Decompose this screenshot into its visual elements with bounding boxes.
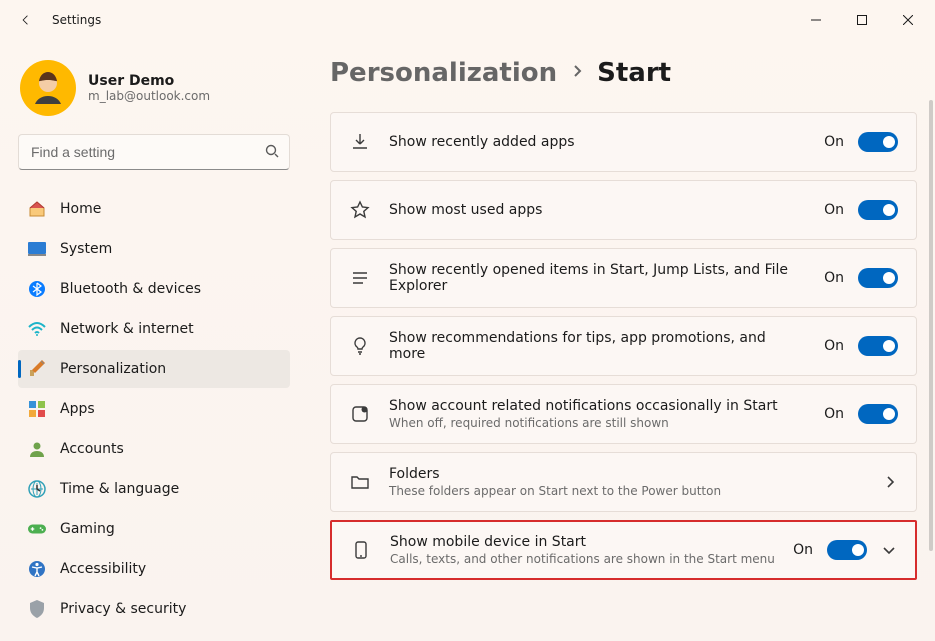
toggle-switch[interactable]	[858, 404, 898, 424]
chevron-right-icon	[569, 63, 585, 83]
toggle-state-label: On	[824, 338, 844, 354]
sidebar-item-apps[interactable]: Apps	[18, 390, 290, 428]
search-input[interactable]	[29, 143, 265, 161]
user-name: User Demo	[88, 73, 210, 89]
home-icon	[28, 200, 46, 218]
list-icon	[349, 267, 371, 289]
main-panel: Personalization Start Show recently adde…	[300, 40, 935, 641]
toggle-state-label: On	[824, 270, 844, 286]
sidebar-item-label: Privacy & security	[60, 601, 186, 617]
setting-subtitle: These folders appear on Start next to th…	[389, 484, 864, 498]
toggle-switch[interactable]	[858, 268, 898, 288]
sidebar-item-label: Network & internet	[60, 321, 194, 337]
setting-title: Show recently added apps	[389, 134, 806, 150]
sidebar-item-label: Gaming	[60, 521, 115, 537]
toggle-state-label: On	[824, 406, 844, 422]
toggle-switch[interactable]	[858, 132, 898, 152]
search-icon	[265, 143, 279, 162]
star-icon	[349, 199, 371, 221]
apps-icon	[28, 400, 46, 418]
sidebar-item-accounts[interactable]: Accounts	[18, 430, 290, 468]
nav-list: Home System Bluetooth & devices Network & i…	[18, 190, 290, 628]
sidebar-item-home[interactable]: Home	[18, 190, 290, 228]
setting-subtitle: Calls, texts, and other notifications ar…	[390, 552, 775, 566]
sidebar-item-system[interactable]: System	[18, 230, 290, 268]
setting-title: Show account related notifications occas…	[389, 398, 806, 414]
breadcrumb-current: Start	[597, 58, 671, 88]
sidebar: User Demo m_lab@outlook.com Home System Bl…	[0, 40, 300, 641]
sidebar-item-time[interactable]: Time & language	[18, 470, 290, 508]
title-bar: Settings	[0, 0, 935, 40]
user-email: m_lab@outlook.com	[88, 89, 210, 103]
toggle-state-label: On	[824, 134, 844, 150]
close-button[interactable]	[885, 0, 931, 40]
user-account-row[interactable]: User Demo m_lab@outlook.com	[18, 54, 290, 134]
sidebar-item-label: Accounts	[60, 441, 124, 457]
sidebar-item-privacy[interactable]: Privacy & security	[18, 590, 290, 628]
scrollbar[interactable]	[929, 100, 933, 631]
avatar	[20, 60, 76, 116]
setting-title: Show recommendations for tips, app promo…	[389, 330, 806, 362]
setting-card-most-used: Show most used apps On	[330, 180, 917, 240]
maximize-button[interactable]	[839, 0, 885, 40]
setting-title: Show mobile device in Start	[390, 534, 775, 550]
sidebar-item-label: Apps	[60, 401, 95, 417]
bulb-icon	[349, 335, 371, 357]
sidebar-item-gaming[interactable]: Gaming	[18, 510, 290, 548]
gaming-icon	[28, 520, 46, 538]
setting-card-folders[interactable]: Folders These folders appear on Start nex…	[330, 452, 917, 512]
scrollbar-thumb[interactable]	[929, 100, 933, 551]
accounts-icon	[28, 440, 46, 458]
back-button[interactable]	[14, 0, 38, 40]
toggle-state-label: On	[793, 542, 813, 558]
minimize-button[interactable]	[793, 0, 839, 40]
breadcrumb: Personalization Start	[330, 58, 917, 88]
toggle-switch[interactable]	[858, 200, 898, 220]
setting-title: Folders	[389, 466, 864, 482]
sidebar-item-label: Time & language	[60, 481, 179, 497]
notify-icon	[349, 403, 371, 425]
sidebar-item-network[interactable]: Network & internet	[18, 310, 290, 348]
sidebar-item-bluetooth[interactable]: Bluetooth & devices	[18, 270, 290, 308]
app-title: Settings	[52, 13, 101, 27]
sidebar-item-label: Personalization	[60, 361, 166, 377]
chevron-right-icon	[882, 475, 898, 489]
folder-icon	[349, 471, 371, 493]
setting-card-recommendations: Show recommendations for tips, app promo…	[330, 316, 917, 376]
setting-card-account-notifications: Show account related notifications occas…	[330, 384, 917, 444]
setting-card-recent-items: Show recently opened items in Start, Jum…	[330, 248, 917, 308]
breadcrumb-parent[interactable]: Personalization	[330, 58, 557, 88]
setting-title: Show recently opened items in Start, Jum…	[389, 262, 806, 294]
personalization-icon	[28, 360, 46, 378]
chevron-down-icon[interactable]	[881, 543, 897, 557]
settings-cards: Show recently added appsOnShow most used…	[330, 112, 917, 584]
privacy-icon	[28, 600, 46, 618]
accessibility-icon	[28, 560, 46, 578]
toggle-switch[interactable]	[827, 540, 867, 560]
toggle-switch[interactable]	[858, 336, 898, 356]
time-icon	[28, 480, 46, 498]
sidebar-item-accessibility[interactable]: Accessibility	[18, 550, 290, 588]
sidebar-item-label: Accessibility	[60, 561, 146, 577]
sidebar-item-label: Bluetooth & devices	[60, 281, 201, 297]
setting-card-recently-added: Show recently added apps On	[330, 112, 917, 172]
phone-icon	[350, 539, 372, 561]
network-icon	[28, 320, 46, 338]
setting-card-mobile-device[interactable]: Show mobile device in Start Calls, texts,…	[330, 520, 917, 580]
download-icon	[349, 131, 371, 153]
bluetooth-icon	[28, 280, 46, 298]
setting-title: Show most used apps	[389, 202, 806, 218]
setting-subtitle: When off, required notifications are sti…	[389, 416, 806, 430]
sidebar-item-label: System	[60, 241, 112, 257]
system-icon	[28, 240, 46, 258]
toggle-state-label: On	[824, 202, 844, 218]
sidebar-item-label: Home	[60, 201, 101, 217]
sidebar-item-personalization[interactable]: Personalization	[18, 350, 290, 388]
search-box[interactable]	[18, 134, 290, 170]
